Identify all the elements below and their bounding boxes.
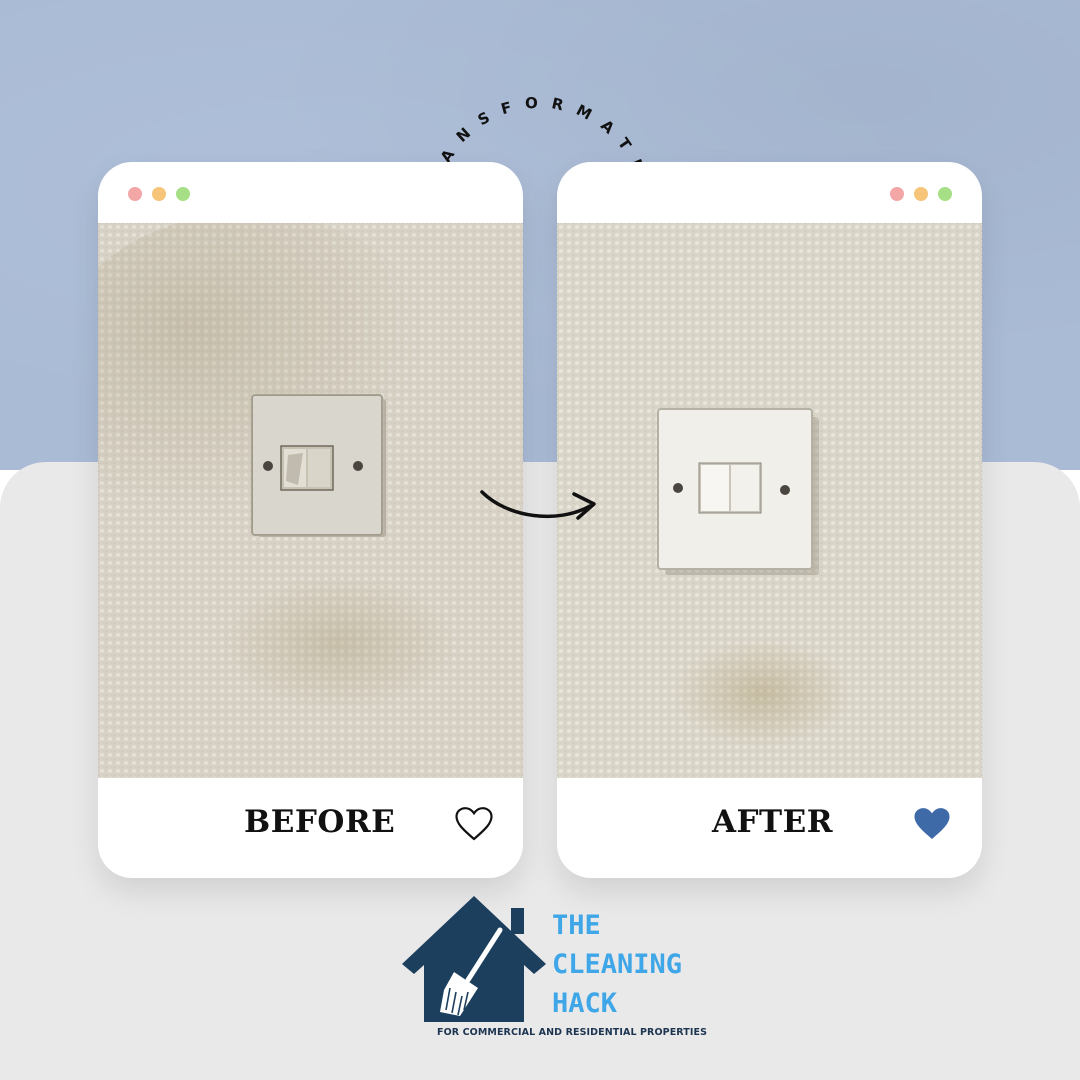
after-card: AFTER	[557, 162, 982, 878]
close-dot-icon	[128, 187, 142, 201]
before-card: BEFORE	[98, 162, 523, 878]
after-photo	[557, 223, 982, 778]
logo-text-line2: CLEANING	[552, 949, 683, 980]
before-photo	[98, 223, 523, 778]
heart-outline-icon[interactable]	[454, 804, 494, 844]
minimize-dot-icon	[914, 187, 928, 201]
curved-arrow-icon	[480, 490, 596, 520]
maximize-dot-icon	[938, 187, 952, 201]
logo-text-line1: THE	[552, 910, 601, 941]
window-dots	[128, 187, 190, 201]
close-dot-icon	[890, 187, 904, 201]
window-dots	[890, 187, 952, 201]
minimize-dot-icon	[152, 187, 166, 201]
before-label: BEFORE	[244, 804, 396, 840]
logo-text-line3: HACK	[552, 988, 618, 1019]
heart-filled-icon[interactable]	[912, 804, 952, 844]
logo-tagline: FOR COMMERCIAL AND RESIDENTIAL PROPERTIE…	[437, 1027, 708, 1038]
after-label: AFTER	[712, 804, 834, 840]
maximize-dot-icon	[176, 187, 190, 201]
